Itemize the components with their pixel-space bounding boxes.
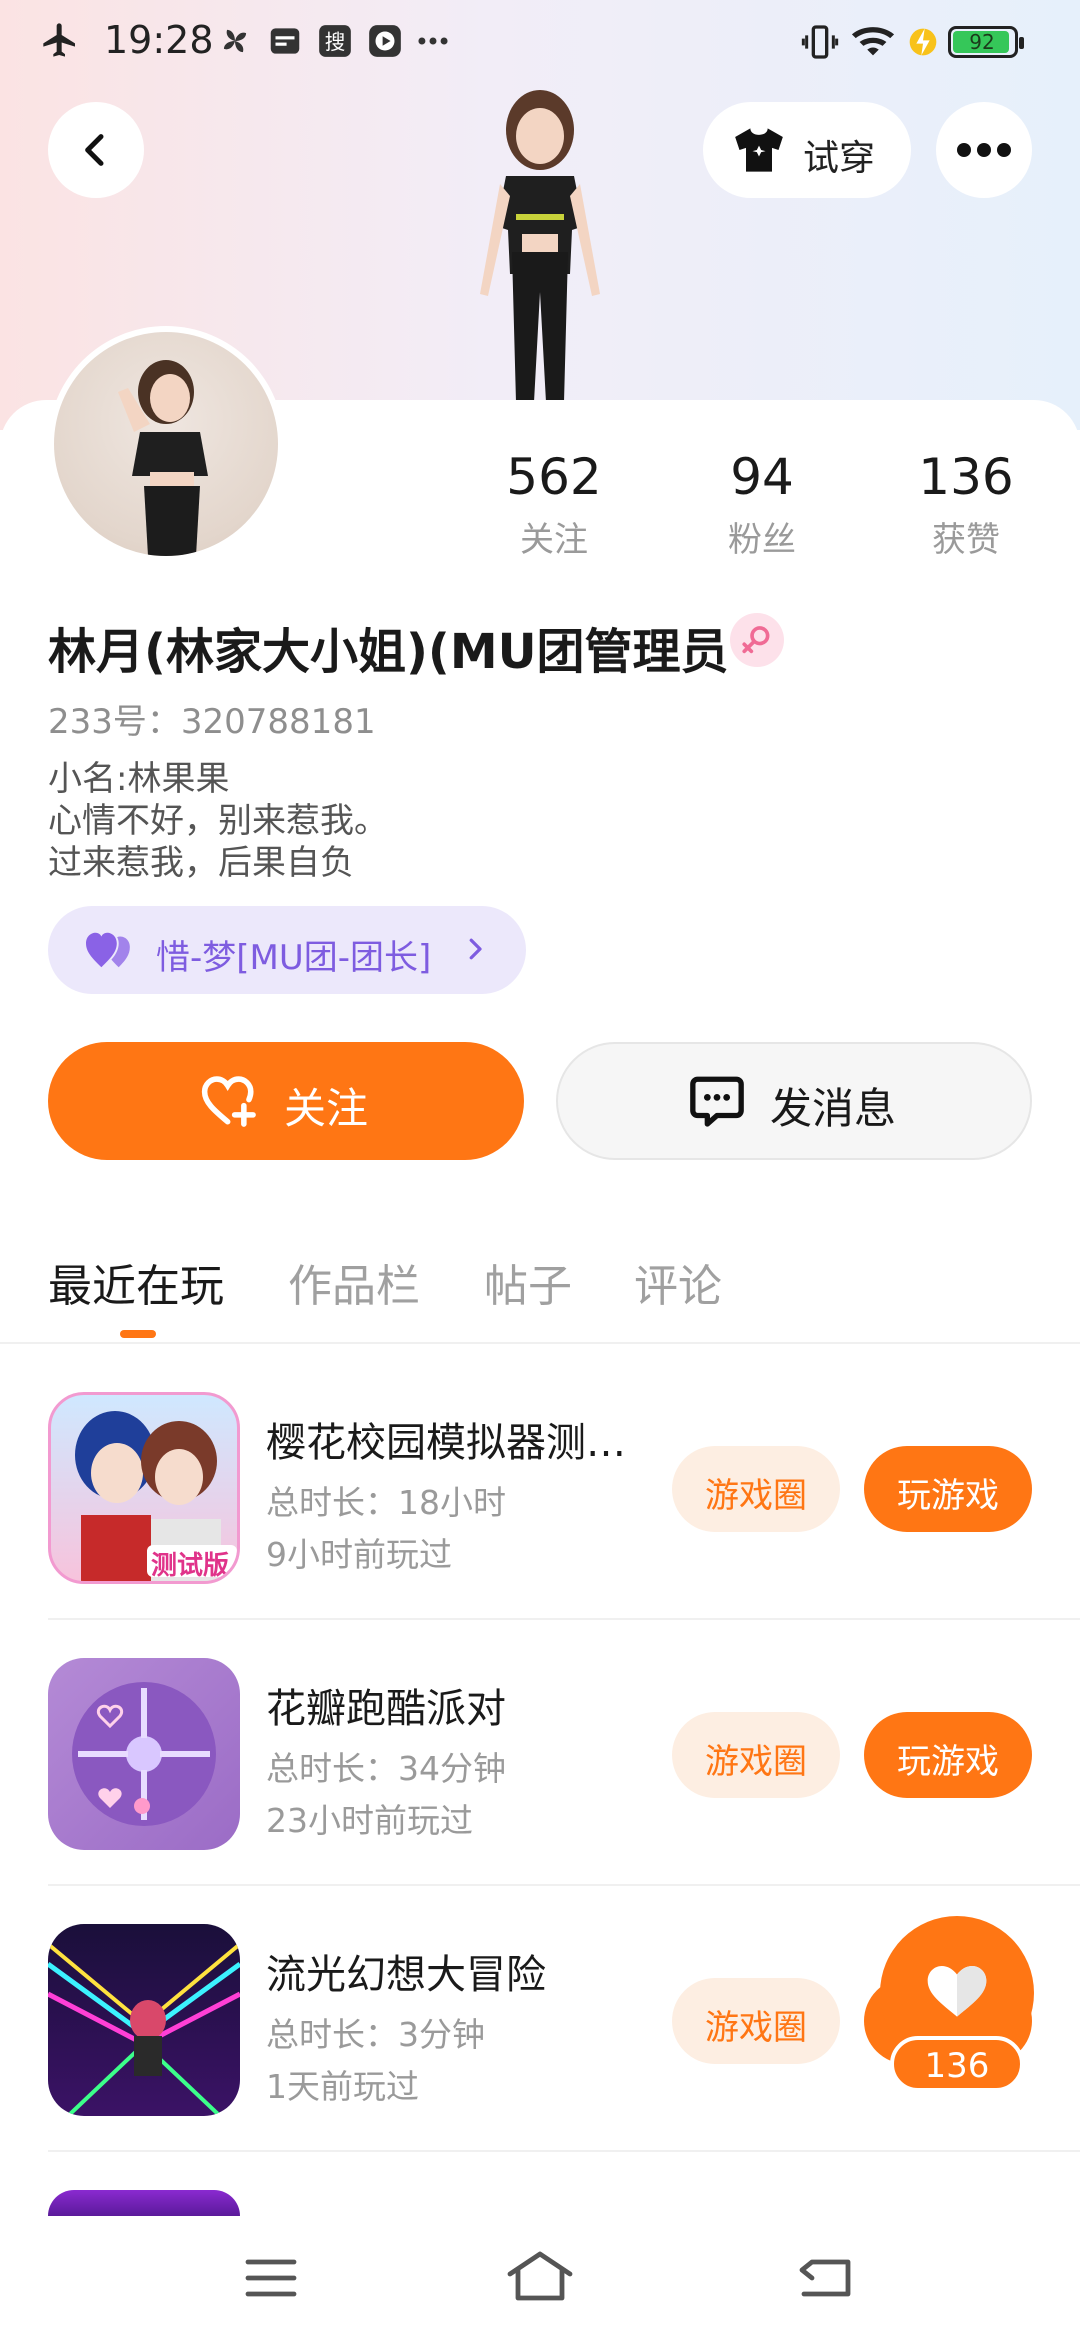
battery-icon: 92 [948, 26, 1024, 58]
game-icon-light-fantasy [48, 1924, 240, 2116]
send-message-button[interactable]: 发消息 [556, 1042, 1032, 1160]
vibrate-icon [801, 25, 839, 59]
active-tab-indicator [120, 1330, 156, 1338]
bio-line: 心情不好，别来惹我。 [48, 801, 388, 841]
home-icon[interactable] [504, 2248, 576, 2302]
game-circle-label: 游戏圈 [705, 2008, 807, 2048]
chevron-right-icon [469, 938, 482, 960]
battery-level: 92 [969, 30, 995, 54]
likes-stat[interactable]: 136 获赞 [886, 448, 1046, 561]
game-title: 樱花校园模拟器测… [266, 1420, 626, 1466]
test-version-badge: 测试版 [151, 1551, 230, 1581]
play-game-button[interactable]: 玩游戏 [864, 1446, 1032, 1532]
game-circle-button[interactable]: 游戏圈 [672, 1712, 840, 1798]
game-last-played: 9小时前玩过 [266, 1535, 452, 1574]
chevron-left-icon [85, 134, 104, 166]
likes-label: 获赞 [932, 520, 1000, 560]
game-duration: 总时长：34分钟 [266, 1749, 506, 1788]
menu-icon[interactable] [244, 2256, 298, 2300]
video-icon [369, 25, 401, 57]
game-icon-sakura-school: 测试版 [48, 1392, 240, 1584]
back-nav-icon[interactable] [796, 2254, 854, 2300]
game-last-played: 23小时前玩过 [266, 1801, 473, 1840]
female-gender-icon [730, 613, 784, 667]
play-game-label: 玩游戏 [897, 1742, 999, 1782]
divider [48, 2150, 1080, 2152]
tab-recently-played[interactable]: 最近在玩 [48, 1250, 224, 1314]
divider [0, 1342, 1080, 1344]
play-game-button[interactable]: 玩游戏 [864, 1712, 1032, 1798]
game-icon-petal-parkour [48, 1658, 240, 1850]
status-bar: 19:28 搜 92 [0, 0, 1080, 84]
search-app-icon: 搜 [319, 25, 351, 57]
like-count: 136 [924, 2046, 990, 2086]
user-id: 233号：320788181 [48, 702, 376, 742]
likes-count: 136 [918, 448, 1014, 506]
airplane-icon [43, 23, 75, 57]
heart-icon [927, 1966, 987, 2017]
game-circle-label: 游戏圈 [705, 1476, 807, 1516]
double-heart-icon [86, 932, 130, 968]
svg-text:搜: 搜 [325, 30, 346, 54]
game-title: 流光幻想大冒险 [266, 1952, 546, 1998]
charging-icon [909, 28, 937, 56]
bio-line: 小名:林果果 [48, 759, 230, 799]
tshirt-icon [735, 128, 783, 172]
more-options-button[interactable] [936, 102, 1032, 198]
bio-line: 过来惹我，后果自负 [48, 843, 354, 883]
followers-count: 94 [730, 448, 794, 506]
followers-label: 粉丝 [728, 520, 796, 560]
followers-stat[interactable]: 94 粉丝 [682, 448, 842, 561]
follow-button[interactable]: 关注 [48, 1042, 524, 1160]
pinwheel-icon [223, 29, 247, 53]
wifi-icon [851, 27, 895, 56]
avatar-portrait-image [118, 360, 208, 556]
game-circle-button[interactable]: 游戏圈 [672, 1446, 840, 1532]
like-count-badge: 136 [890, 2036, 1024, 2092]
group-badge[interactable]: 惜-梦[MU团-团长] [48, 906, 526, 994]
game-title: 花瓣跑酷派对 [266, 1686, 506, 1732]
game-circle-button[interactable]: 游戏圈 [672, 1978, 840, 2064]
avatar-3d-figure[interactable] [430, 84, 650, 404]
tab-comments[interactable]: 评论 [634, 1250, 722, 1314]
more-dots-icon [418, 37, 448, 45]
tab-posts[interactable]: 帖子 [484, 1250, 572, 1314]
following-label: 关注 [520, 520, 588, 560]
back-button[interactable] [48, 102, 144, 198]
game-duration: 总时长：18小时 [266, 1483, 506, 1522]
profile-name: 林月(林家大小姐)(MU团管理员 [48, 624, 729, 680]
profile-bio: 小名:林果果 心情不好，别来惹我。 过来惹我，后果自负 [48, 758, 388, 884]
card-icon [270, 28, 300, 54]
status-time: 19:28 [104, 18, 214, 62]
divider [48, 1618, 1080, 1620]
try-on-label: 试穿 [803, 138, 876, 179]
try-on-button[interactable]: 试穿 [703, 102, 911, 198]
chat-bubble-icon [690, 1076, 744, 1127]
more-horizontal-icon [957, 143, 1011, 157]
send-message-label: 发消息 [770, 1084, 897, 1133]
tab-works[interactable]: 作品栏 [288, 1250, 420, 1314]
play-game-label: 玩游戏 [897, 1476, 999, 1516]
system-nav-bar [0, 2216, 1080, 2340]
game-duration: 总时长：3分钟 [266, 2015, 485, 2054]
avatar[interactable] [48, 326, 284, 562]
game-circle-label: 游戏圈 [705, 1742, 807, 1782]
divider [48, 1884, 1080, 1886]
game-last-played: 1天前玩过 [266, 2067, 419, 2106]
game-icon-partial [48, 2190, 240, 2216]
group-label: 惜-梦[MU团-团长] [156, 938, 432, 978]
follow-label: 关注 [284, 1084, 369, 1133]
heart-plus-icon [201, 1076, 256, 1127]
following-stat[interactable]: 562 关注 [474, 448, 634, 561]
following-count: 562 [506, 448, 602, 506]
